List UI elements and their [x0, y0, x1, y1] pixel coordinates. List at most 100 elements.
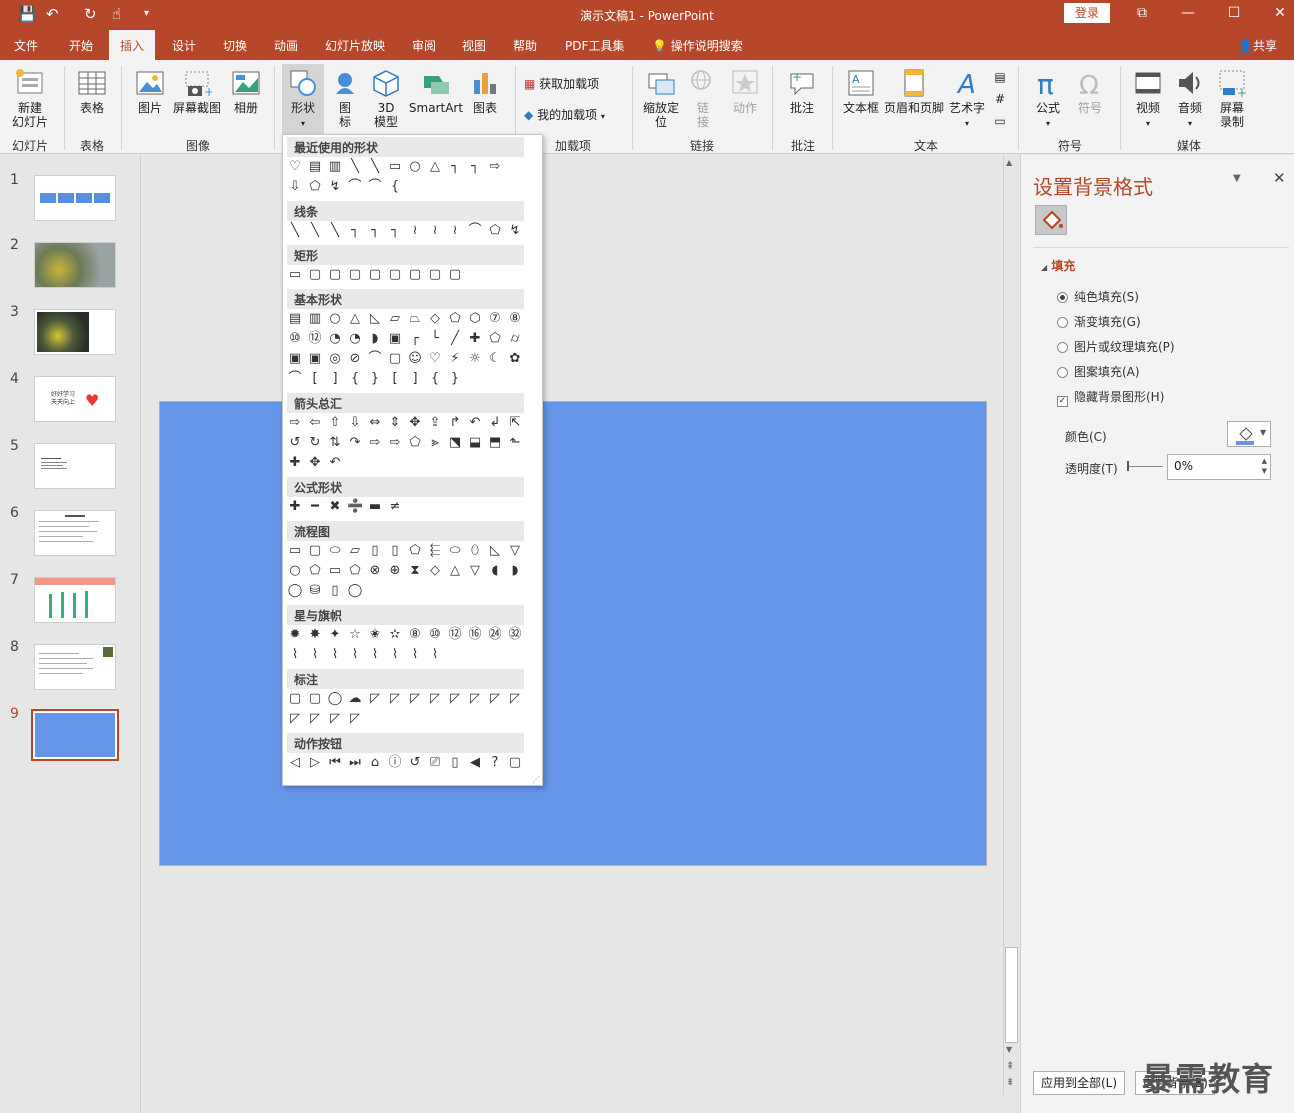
shape-option[interactable]: {	[427, 371, 443, 387]
shape-option[interactable]: ⌇	[387, 647, 403, 663]
my-addins-button[interactable]: ◆ 我的加载项 ▾	[524, 106, 605, 123]
header-footer-button[interactable]: 页眉和页脚	[884, 68, 944, 115]
shape-option[interactable]: ⊗	[367, 563, 383, 579]
shape-option[interactable]: ⌇	[427, 647, 443, 663]
shape-option[interactable]: ◸	[367, 691, 383, 707]
shape-option[interactable]: ┐	[467, 159, 483, 175]
tab-help[interactable]: 帮助	[513, 37, 537, 54]
shape-option[interactable]: ◗	[507, 563, 523, 579]
audio-button[interactable]: 音频 ▾	[1170, 68, 1210, 131]
shape-option[interactable]: ↺	[407, 755, 423, 771]
shape-option[interactable]: ⇕	[387, 415, 403, 431]
shape-option[interactable]: ⪢	[427, 435, 443, 451]
tab-animations[interactable]: 动画	[274, 37, 298, 54]
shape-option[interactable]: ╱	[447, 331, 463, 347]
shape-option[interactable]: ⌂	[367, 755, 383, 771]
comment-button[interactable]: + 批注	[782, 68, 822, 115]
solid-fill-radio[interactable]: 纯色填充(S)	[1057, 288, 1139, 305]
shape-option[interactable]: ◁	[287, 755, 303, 771]
shape-option[interactable]: ▯	[387, 543, 403, 559]
shape-option[interactable]: ⌒	[287, 371, 303, 387]
shape-option[interactable]: ✬	[367, 627, 383, 643]
tell-me-search[interactable]: 💡 操作说明搜索	[652, 37, 743, 54]
shape-option[interactable]: ⑩	[427, 627, 443, 643]
shape-option[interactable]: ✦	[327, 627, 343, 643]
shape-option[interactable]: ⬒	[487, 435, 503, 451]
shape-option[interactable]: ▣	[287, 351, 303, 367]
shape-option[interactable]: ▯	[447, 755, 463, 771]
scroll-up-icon[interactable]: ▲	[1006, 158, 1012, 167]
shape-option[interactable]: ◸	[307, 711, 323, 727]
shape-option[interactable]: ⬡	[467, 311, 483, 327]
slide-thumbnail-7[interactable]	[34, 577, 116, 623]
shape-option[interactable]: }	[447, 371, 463, 387]
shape-option[interactable]: ▬	[367, 499, 383, 515]
tab-insert[interactable]: 插入	[109, 30, 156, 60]
shape-option[interactable]: ▢	[387, 267, 403, 283]
shape-option[interactable]: ✚	[467, 331, 483, 347]
pane-close-icon[interactable]: ✕	[1273, 169, 1286, 187]
shape-option[interactable]: ㉔	[487, 627, 503, 643]
shape-option[interactable]: ⬠	[307, 179, 323, 195]
shape-option[interactable]: ▣	[307, 351, 323, 367]
shape-option[interactable]: ⇨	[487, 159, 503, 175]
shape-option[interactable]: ⬠	[307, 563, 323, 579]
shape-option[interactable]: ┐	[347, 223, 363, 239]
slide-thumbnail-8[interactable]	[34, 644, 116, 690]
shape-option[interactable]: ◔	[327, 331, 343, 347]
shape-option[interactable]: ⬠	[347, 563, 363, 579]
new-slide-button[interactable]: 新建 幻灯片	[6, 68, 54, 129]
shape-option[interactable]: ⧗	[407, 563, 423, 579]
shape-option[interactable]: }	[367, 371, 383, 387]
tab-view[interactable]: 视图	[462, 37, 486, 54]
shape-option[interactable]: ▢	[307, 543, 323, 559]
fill-section-header[interactable]: ◢ 填充	[1041, 257, 1075, 274]
shape-option[interactable]: ╲	[327, 223, 343, 239]
wordart-button[interactable]: A 艺术字 ▾	[946, 68, 988, 131]
shape-option[interactable]: ⚡	[447, 351, 463, 367]
shape-option[interactable]: ▽	[467, 563, 483, 579]
tab-design[interactable]: 设计	[172, 37, 196, 54]
object-icon[interactable]: ▭	[994, 114, 1005, 128]
shape-option[interactable]: ↶	[467, 415, 483, 431]
shape-option[interactable]: ○	[327, 311, 343, 327]
shape-option[interactable]: ┌	[407, 331, 423, 347]
shape-option[interactable]: ↺	[287, 435, 303, 451]
slide-thumbnail-1[interactable]	[34, 175, 116, 221]
equation-button[interactable]: π 公式 ▾	[1028, 68, 1068, 131]
shape-option[interactable]: ▢	[407, 267, 423, 283]
shape-option[interactable]: ☼	[467, 351, 483, 367]
shape-option[interactable]: ≀	[407, 223, 423, 239]
tab-pdf-tools[interactable]: PDF工具集	[565, 37, 624, 54]
shape-option[interactable]: ┐	[367, 223, 383, 239]
shape-option[interactable]: ⇨	[287, 415, 303, 431]
shape-option[interactable]: ⬯	[467, 543, 483, 559]
album-button[interactable]: 相册	[226, 68, 266, 115]
shape-option[interactable]: ♡	[287, 159, 303, 175]
shape-option[interactable]: ⬭	[447, 543, 463, 559]
shape-option[interactable]: ⌒	[367, 351, 383, 367]
shape-option[interactable]: ⇔	[367, 415, 383, 431]
shape-option[interactable]: ⌭	[507, 331, 523, 347]
shape-option[interactable]: ≀	[447, 223, 463, 239]
shape-option[interactable]: ╲	[367, 159, 383, 175]
fill-tab-button[interactable]	[1035, 205, 1067, 235]
shape-option[interactable]: ▤	[287, 311, 303, 327]
slide-number-icon[interactable]: #	[995, 92, 1005, 106]
text-more-buttons[interactable]: ▤ # ▭	[990, 66, 1010, 132]
shape-option[interactable]: ⇧	[327, 415, 343, 431]
shapes-button[interactable]: 形状 ▾	[282, 64, 324, 134]
shape-option[interactable]: ⑩	[287, 331, 303, 347]
shape-option[interactable]: ⌒	[367, 179, 383, 195]
pattern-fill-radio[interactable]: 图案填充(A)	[1057, 363, 1140, 380]
shape-option[interactable]: ⇅	[327, 435, 343, 451]
shape-option[interactable]: ↻	[307, 435, 323, 451]
tab-file[interactable]: 文件	[14, 37, 38, 54]
shape-option[interactable]: ⌇	[407, 647, 423, 663]
vertical-scrollbar[interactable]: ▲ ▼ ⇞ ⇟	[1003, 155, 1019, 1095]
transparency-input[interactable]: 0% ▲ ▼	[1167, 454, 1271, 480]
shape-option[interactable]: △	[347, 311, 363, 327]
symbol-button[interactable]: Ω 符号	[1070, 68, 1110, 115]
shape-option[interactable]: ⬠	[407, 543, 423, 559]
shape-option[interactable]: ◀	[467, 755, 483, 771]
